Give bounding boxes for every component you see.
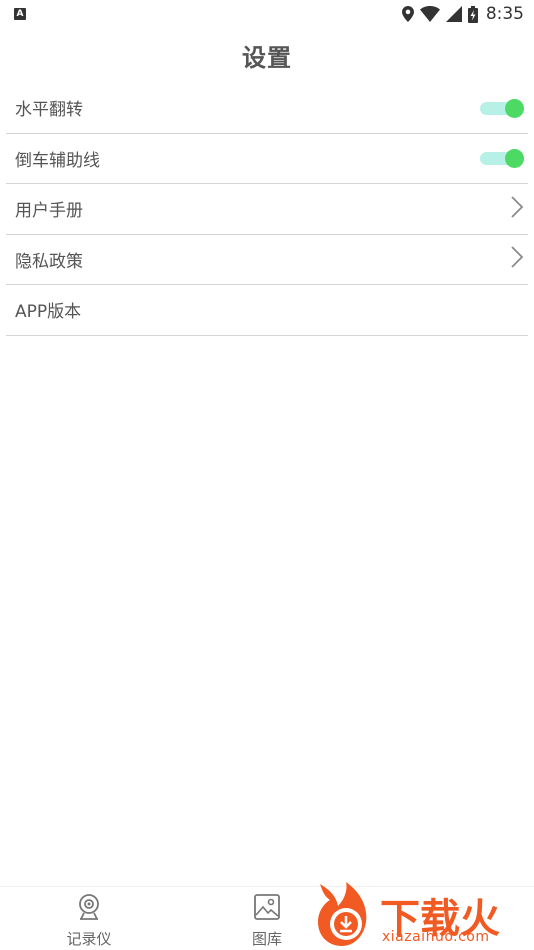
header: 设置 bbox=[0, 30, 534, 80]
nav-item-gallery[interactable]: 图库 bbox=[232, 893, 302, 949]
status-bar: A 8:35 bbox=[0, 0, 534, 28]
watermark-logo: 下载火 xiazaihuo.com bbox=[312, 880, 534, 950]
horizontal-flip-toggle[interactable] bbox=[480, 98, 524, 118]
nav-label: 记录仪 bbox=[66, 930, 112, 948]
battery-charging-icon bbox=[467, 5, 478, 23]
status-time: 8:35 bbox=[485, 4, 524, 24]
nav-label: 图库 bbox=[251, 930, 282, 948]
chevron-right-icon bbox=[510, 246, 524, 272]
camera-icon bbox=[75, 893, 103, 925]
nav-item-recorder[interactable]: 记录仪 bbox=[54, 893, 124, 949]
notification-icon: A bbox=[14, 8, 26, 20]
location-icon bbox=[401, 6, 414, 22]
setting-label: 倒车辅助线 bbox=[15, 150, 100, 171]
chevron-right-icon bbox=[510, 196, 524, 222]
setting-row-reverse-guide[interactable]: 倒车辅助线 bbox=[6, 134, 528, 184]
setting-label: 隐私政策 bbox=[15, 251, 83, 272]
flame-logo-icon bbox=[318, 882, 367, 946]
settings-list: 水平翻转 倒车辅助线 用户手册 隐私政策 APP版本 bbox=[6, 83, 528, 336]
settings-screen: A 8:35 设置 水平翻转 倒车辅助线 用户手册 隐私政策 APP版本 记录仪… bbox=[0, 0, 534, 950]
watermark-url: xiazaihuo.com bbox=[382, 929, 490, 945]
setting-row-privacy-policy[interactable]: 隐私政策 bbox=[6, 235, 528, 285]
setting-row-user-manual[interactable]: 用户手册 bbox=[6, 184, 528, 235]
page-title: 设置 bbox=[242, 43, 292, 72]
wifi-icon bbox=[419, 6, 440, 22]
setting-label: 水平翻转 bbox=[15, 100, 83, 121]
reverse-guide-toggle[interactable] bbox=[480, 148, 524, 169]
cell-signal-icon bbox=[445, 6, 462, 22]
gallery-icon bbox=[253, 893, 281, 925]
setting-label: APP版本 bbox=[15, 302, 82, 323]
setting-label: 用户手册 bbox=[15, 201, 83, 222]
setting-row-horizontal-flip[interactable]: 水平翻转 bbox=[6, 83, 528, 134]
setting-row-app-version[interactable]: APP版本 bbox=[6, 285, 528, 336]
